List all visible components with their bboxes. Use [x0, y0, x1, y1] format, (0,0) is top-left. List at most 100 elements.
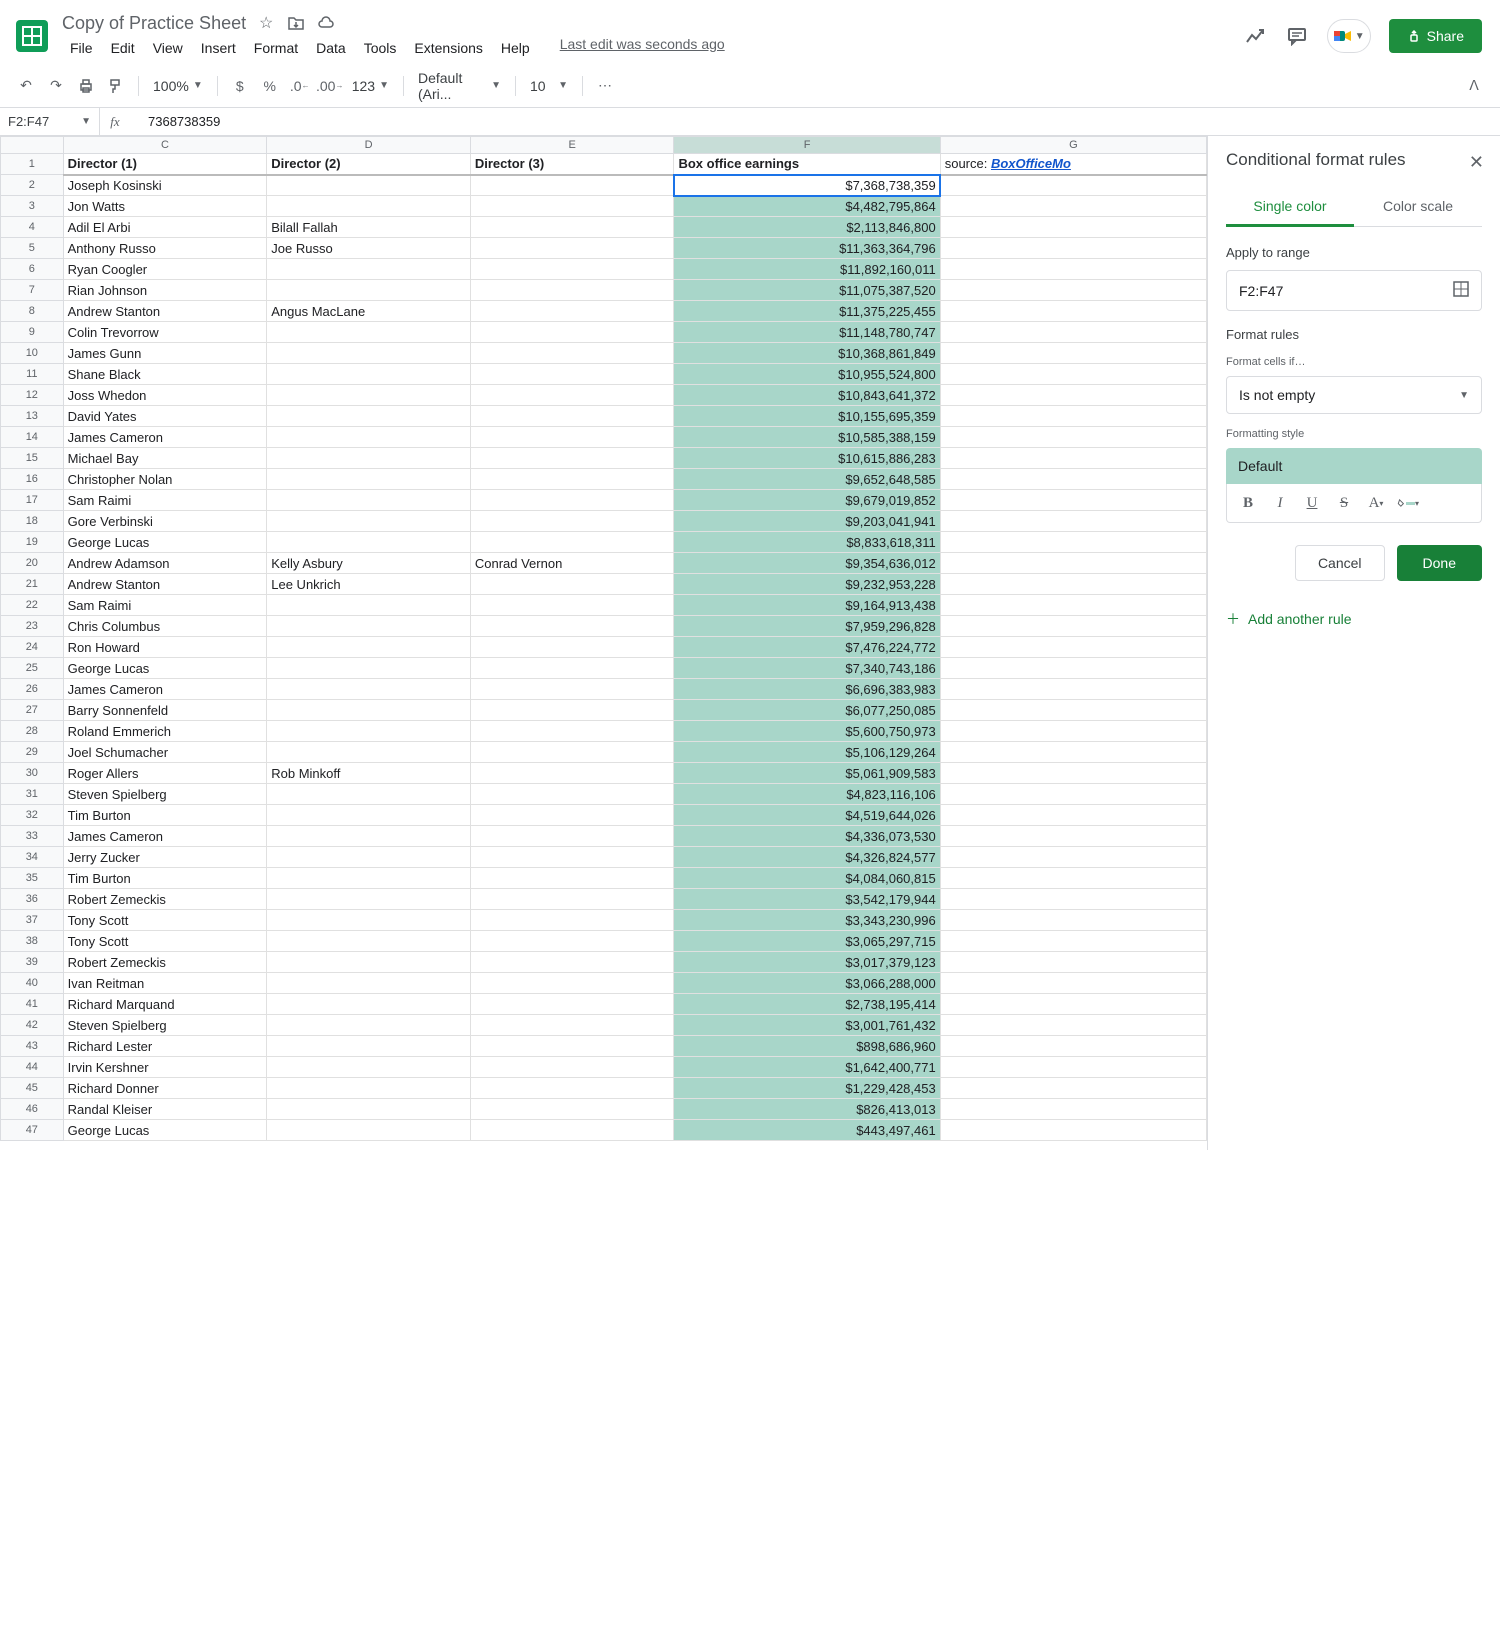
row-header[interactable]: 22: [1, 595, 64, 616]
cell[interactable]: $10,843,641,372: [674, 385, 940, 406]
style-preview[interactable]: Default: [1226, 448, 1482, 484]
bold-icon[interactable]: B: [1237, 492, 1259, 514]
row-header[interactable]: 15: [1, 448, 64, 469]
underline-icon[interactable]: U: [1301, 492, 1323, 514]
cell[interactable]: [940, 406, 1206, 427]
collapse-toolbar-icon[interactable]: ᐱ: [1460, 72, 1488, 100]
cell[interactable]: Tim Burton: [63, 805, 267, 826]
cell[interactable]: Irvin Kershner: [63, 1057, 267, 1078]
cell[interactable]: Christopher Nolan: [63, 469, 267, 490]
cell[interactable]: [470, 322, 674, 343]
row-header[interactable]: 30: [1, 763, 64, 784]
cell[interactable]: [470, 364, 674, 385]
row-header[interactable]: 10: [1, 343, 64, 364]
cell[interactable]: $11,892,160,011: [674, 259, 940, 280]
increase-decimal-icon[interactable]: .00→: [316, 72, 344, 100]
row-header[interactable]: 4: [1, 217, 64, 238]
cell[interactable]: Steven Spielberg: [63, 1015, 267, 1036]
cell[interactable]: [470, 1057, 674, 1078]
cell[interactable]: [470, 637, 674, 658]
cell[interactable]: $3,017,379,123: [674, 952, 940, 973]
done-button[interactable]: Done: [1397, 545, 1482, 581]
cell[interactable]: Michael Bay: [63, 448, 267, 469]
col-header-D[interactable]: D: [267, 137, 471, 154]
cell[interactable]: [470, 385, 674, 406]
cell[interactable]: $4,823,116,106: [674, 784, 940, 805]
row-header[interactable]: 21: [1, 574, 64, 595]
cloud-icon[interactable]: [316, 13, 336, 33]
cell[interactable]: $898,686,960: [674, 1036, 940, 1057]
row-header[interactable]: 11: [1, 364, 64, 385]
cell[interactable]: Sam Raimi: [63, 490, 267, 511]
cell[interactable]: Jerry Zucker: [63, 847, 267, 868]
cell[interactable]: [267, 889, 471, 910]
cell[interactable]: Colin Trevorrow: [63, 322, 267, 343]
cell[interactable]: [470, 595, 674, 616]
cell[interactable]: [470, 1015, 674, 1036]
more-icon[interactable]: ⋯: [591, 72, 619, 100]
cell[interactable]: [940, 427, 1206, 448]
currency-icon[interactable]: $: [226, 72, 254, 100]
cell[interactable]: Barry Sonnenfeld: [63, 700, 267, 721]
row-header[interactable]: 8: [1, 301, 64, 322]
redo-icon[interactable]: ↷: [42, 72, 70, 100]
cell[interactable]: Ron Howard: [63, 637, 267, 658]
cell[interactable]: Box office earnings: [674, 154, 940, 175]
row-header[interactable]: 18: [1, 511, 64, 532]
cell[interactable]: [940, 574, 1206, 595]
cell[interactable]: Richard Donner: [63, 1078, 267, 1099]
cell[interactable]: Richard Lester: [63, 1036, 267, 1057]
cell[interactable]: [267, 679, 471, 700]
row-header[interactable]: 44: [1, 1057, 64, 1078]
cell[interactable]: Tim Burton: [63, 868, 267, 889]
cell[interactable]: Bilall Fallah: [267, 217, 471, 238]
cell[interactable]: [470, 805, 674, 826]
cell[interactable]: $3,065,297,715: [674, 931, 940, 952]
share-button[interactable]: Share: [1389, 19, 1482, 53]
cell[interactable]: [470, 448, 674, 469]
cell[interactable]: [267, 973, 471, 994]
row-header[interactable]: 3: [1, 196, 64, 217]
row-header[interactable]: 28: [1, 721, 64, 742]
cell[interactable]: $3,343,230,996: [674, 910, 940, 931]
cell[interactable]: Joseph Kosinski: [63, 175, 267, 196]
cell[interactable]: Ivan Reitman: [63, 973, 267, 994]
cell[interactable]: George Lucas: [63, 1120, 267, 1141]
cell[interactable]: $3,542,179,944: [674, 889, 940, 910]
cell[interactable]: George Lucas: [63, 532, 267, 553]
tab-color-scale[interactable]: Color scale: [1354, 188, 1482, 226]
cell[interactable]: [267, 784, 471, 805]
menu-data[interactable]: Data: [308, 36, 354, 60]
cell[interactable]: [470, 511, 674, 532]
menu-extensions[interactable]: Extensions: [406, 36, 490, 60]
activity-icon[interactable]: [1243, 24, 1267, 48]
cell[interactable]: [267, 1036, 471, 1057]
row-header[interactable]: 14: [1, 427, 64, 448]
cell[interactable]: [940, 1078, 1206, 1099]
cell[interactable]: $3,066,288,000: [674, 973, 940, 994]
cell[interactable]: [267, 1057, 471, 1078]
row-header[interactable]: 41: [1, 994, 64, 1015]
cell[interactable]: [267, 805, 471, 826]
row-header[interactable]: 45: [1, 1078, 64, 1099]
cell[interactable]: [267, 847, 471, 868]
cell[interactable]: [267, 364, 471, 385]
cell[interactable]: Richard Marquand: [63, 994, 267, 1015]
cancel-button[interactable]: Cancel: [1295, 545, 1385, 581]
cell[interactable]: [470, 763, 674, 784]
font-select[interactable]: Default (Ari...▼: [412, 70, 507, 102]
cell[interactable]: [267, 1120, 471, 1141]
cell[interactable]: $11,075,387,520: [674, 280, 940, 301]
row-header[interactable]: 5: [1, 238, 64, 259]
cell[interactable]: [470, 994, 674, 1015]
cell[interactable]: James Cameron: [63, 427, 267, 448]
cell[interactable]: [470, 616, 674, 637]
cell[interactable]: $1,642,400,771: [674, 1057, 940, 1078]
cell[interactable]: [267, 175, 471, 196]
tab-single-color[interactable]: Single color: [1226, 188, 1354, 227]
row-header[interactable]: 42: [1, 1015, 64, 1036]
percent-icon[interactable]: %: [256, 72, 284, 100]
cell[interactable]: [267, 595, 471, 616]
cell[interactable]: $11,375,225,455: [674, 301, 940, 322]
row-header[interactable]: 20: [1, 553, 64, 574]
